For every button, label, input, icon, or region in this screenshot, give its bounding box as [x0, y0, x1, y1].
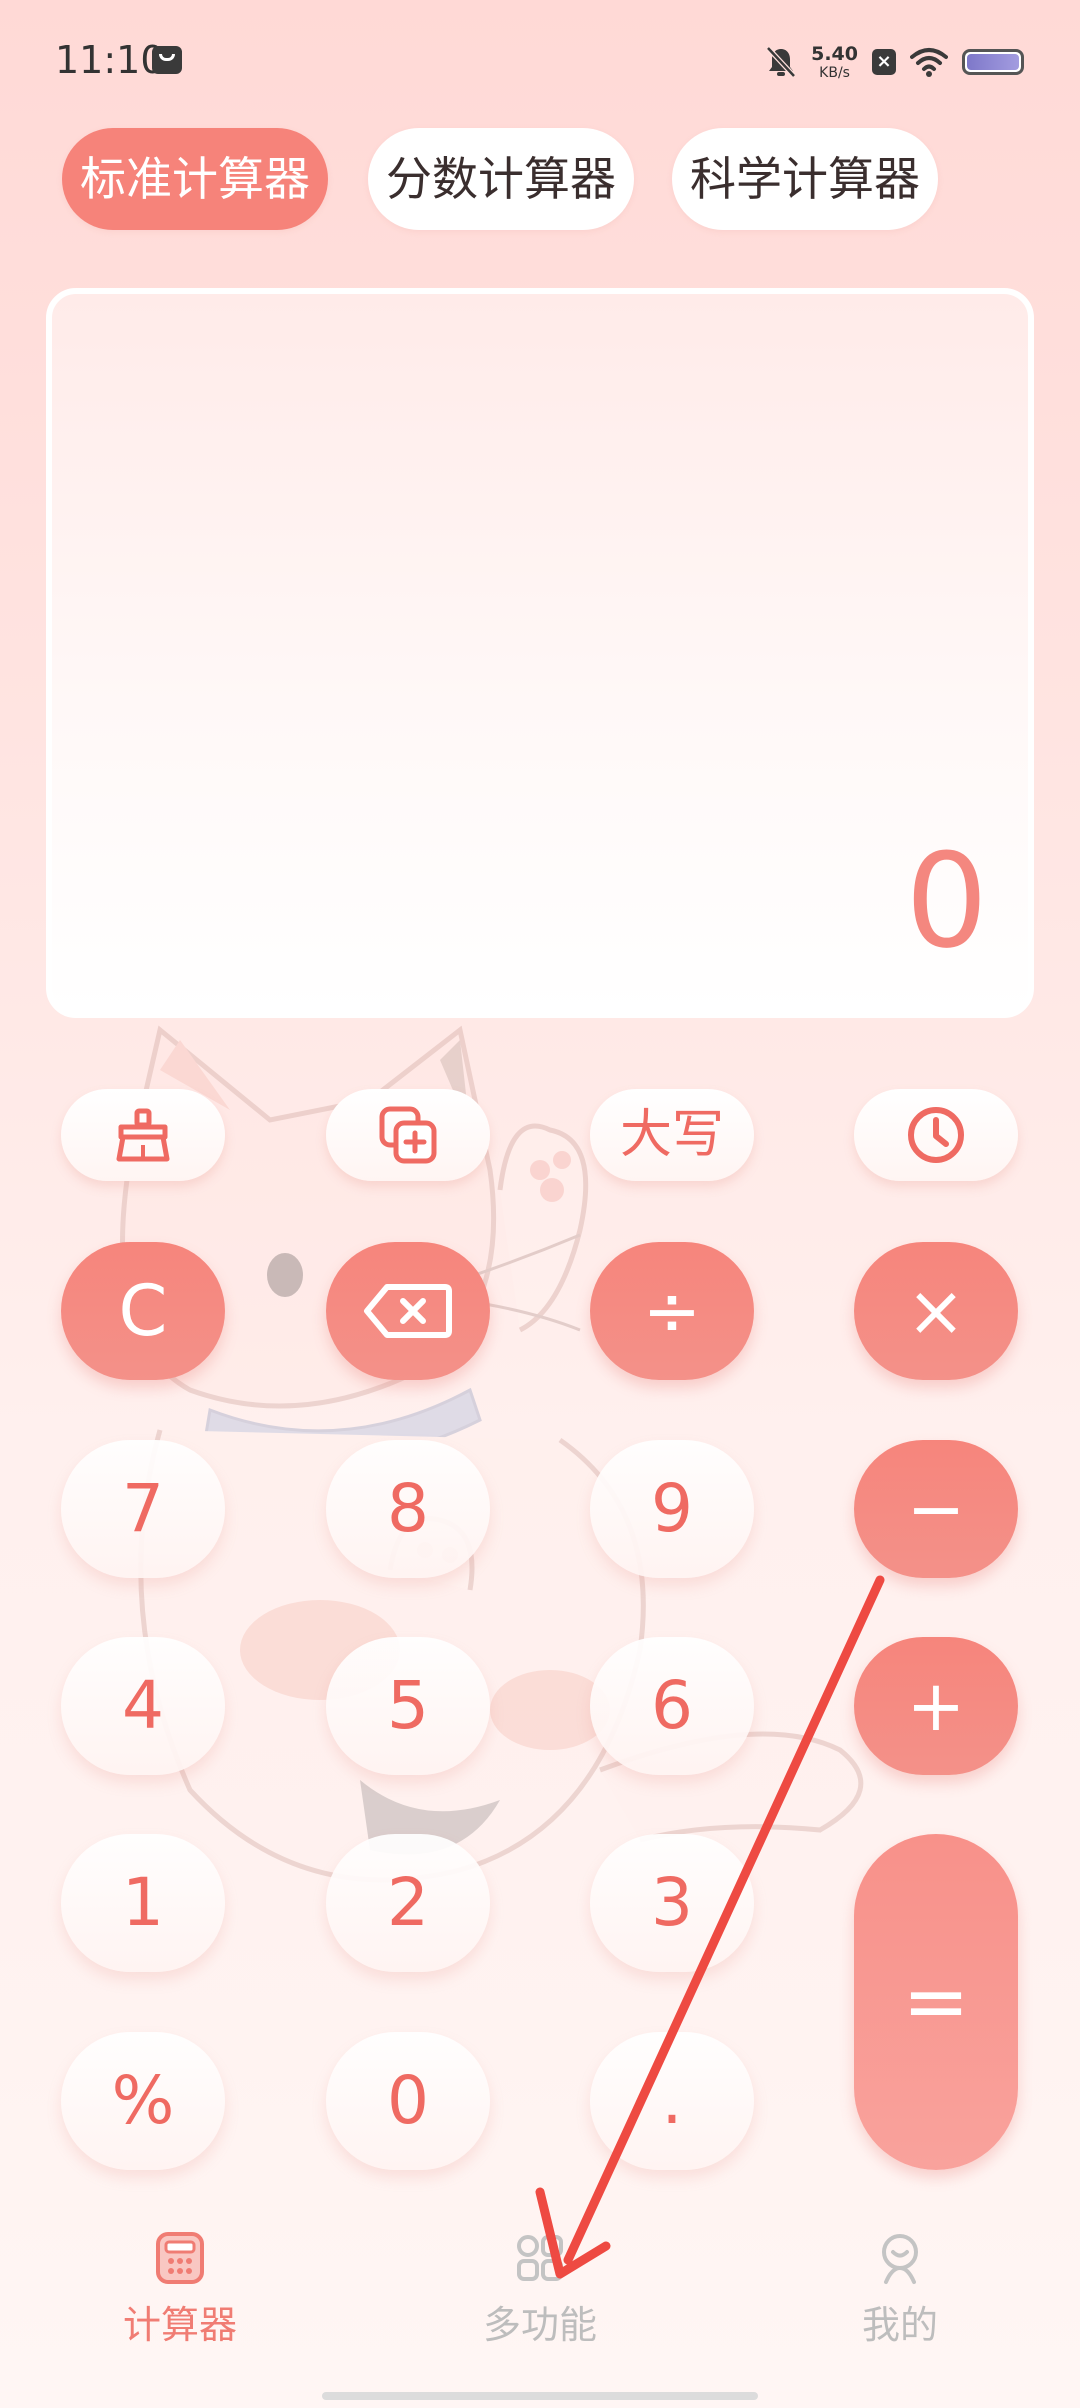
divide-label: ÷ — [642, 1270, 702, 1352]
digit-0-label: 0 — [387, 2062, 429, 2139]
add-key[interactable]: + — [854, 1637, 1018, 1775]
digit-7-key[interactable]: 7 — [61, 1440, 225, 1578]
digit-6-label: 6 — [651, 1667, 693, 1744]
profile-icon — [882, 2234, 918, 2284]
broom-icon — [116, 1108, 170, 1162]
copy-add-key[interactable] — [326, 1089, 490, 1181]
subtract-label: − — [906, 1468, 966, 1550]
digit-3-key[interactable]: 3 — [590, 1834, 754, 1972]
multiply-label: × — [906, 1270, 966, 1352]
mute-bell-icon — [766, 46, 796, 78]
result-display: 0 — [46, 288, 1034, 1018]
grid-icon — [517, 2235, 563, 2281]
status-time: 11:10 — [55, 38, 165, 82]
backspace-icon — [364, 1284, 452, 1338]
wifi-icon — [910, 48, 948, 77]
decimal-label: . — [661, 2062, 683, 2139]
history-key[interactable] — [854, 1089, 1018, 1181]
tab-scientific-calculator[interactable]: 科学计算器 — [672, 128, 938, 230]
digit-2-label: 2 — [387, 1864, 429, 1941]
subtract-key[interactable]: − — [854, 1440, 1018, 1578]
home-indicator[interactable] — [322, 2392, 758, 2400]
tab-fraction-calculator[interactable]: 分数计算器 — [368, 128, 634, 230]
digit-8-key[interactable]: 8 — [326, 1440, 490, 1578]
divide-key[interactable]: ÷ — [590, 1242, 754, 1380]
decimal-key[interactable]: . — [590, 2032, 754, 2170]
digit-0-key[interactable]: 0 — [326, 2032, 490, 2170]
digit-2-key[interactable]: 2 — [326, 1834, 490, 1972]
nav-label-profile: 我的 — [861, 2303, 938, 2347]
digit-5-label: 5 — [387, 1667, 429, 1744]
digit-3-label: 3 — [651, 1864, 693, 1941]
clear-label: C — [118, 1270, 168, 1352]
digit-5-key[interactable]: 5 — [326, 1637, 490, 1775]
history-clock-icon — [908, 1107, 964, 1163]
clear-all-key[interactable] — [61, 1089, 225, 1181]
digit-1-key[interactable]: 1 — [61, 1834, 225, 1972]
network-speed-value: 5.40 — [811, 42, 858, 65]
nav-item-calculator[interactable]: 计算器 — [60, 2230, 300, 2380]
nav-label-multifunction: 多功能 — [482, 2303, 597, 2347]
message-icon — [152, 46, 182, 74]
status-indicators: 5.40 KB/s × — [765, 40, 1024, 84]
copy-add-icon — [379, 1106, 437, 1164]
percent-label: % — [111, 2062, 175, 2139]
percent-key[interactable]: % — [61, 2032, 225, 2170]
close-badge-icon: × — [872, 49, 896, 75]
nav-label-calculator: 计算器 — [122, 2303, 237, 2347]
bottom-navigation: 计算器 多功能 我的 — [0, 2230, 1080, 2380]
add-label: + — [906, 1665, 966, 1747]
status-bar: 11:10 5.40 KB/s × — [0, 0, 1080, 120]
backspace-key[interactable] — [326, 1242, 490, 1380]
nav-item-multifunction[interactable]: 多功能 — [420, 2230, 660, 2380]
battery-level — [967, 54, 1019, 70]
digit-9-key[interactable]: 9 — [590, 1440, 754, 1578]
digit-6-key[interactable]: 6 — [590, 1637, 754, 1775]
network-speed: 5.40 KB/s — [811, 42, 858, 81]
equals-label: = — [902, 1955, 970, 2048]
calculator-icon — [156, 2232, 204, 2284]
digit-9-label: 9 — [651, 1470, 693, 1547]
display-value: 0 — [905, 825, 988, 977]
digit-8-label: 8 — [387, 1470, 429, 1547]
clear-key[interactable]: C — [61, 1242, 225, 1380]
network-speed-unit: KB/s — [819, 64, 850, 81]
digit-7-label: 7 — [122, 1470, 164, 1547]
nav-item-profile[interactable]: 我的 — [780, 2230, 1020, 2380]
digit-4-label: 4 — [122, 1667, 164, 1744]
uppercase-label: 大写 — [619, 1105, 724, 1165]
battery-icon — [962, 49, 1024, 75]
tab-standard-calculator[interactable]: 标准计算器 — [62, 128, 328, 230]
digit-4-key[interactable]: 4 — [61, 1637, 225, 1775]
multiply-key[interactable]: × — [854, 1242, 1018, 1380]
uppercase-key[interactable]: 大写 — [590, 1089, 754, 1181]
equals-key[interactable]: = — [854, 1834, 1018, 2170]
digit-1-label: 1 — [122, 1864, 164, 1941]
